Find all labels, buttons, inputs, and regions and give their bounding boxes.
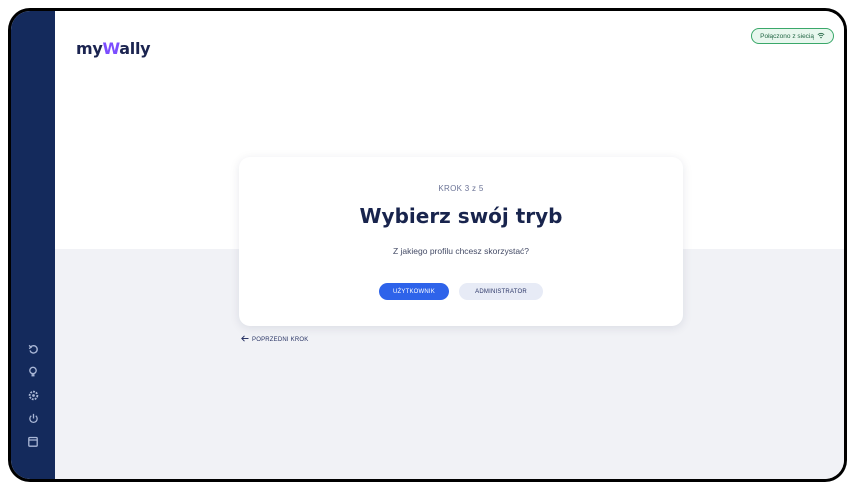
app-logo: myWally: [76, 39, 151, 58]
arrow-left-icon: [241, 335, 249, 344]
network-status-badge: Połączono z siecią: [751, 28, 834, 44]
calendar-icon[interactable]: [26, 433, 40, 449]
screen: myWally Połączono z siecią KROK 3 z 5 Wy…: [11, 11, 844, 479]
main-area: myWally Połączono z siecią KROK 3 z 5 Wy…: [55, 11, 844, 479]
device-frame: myWally Połączono z siecią KROK 3 z 5 Wy…: [8, 8, 847, 482]
admin-mode-button[interactable]: ADMINISTRATOR: [459, 283, 543, 300]
previous-step-label: POPRZEDNI KROK: [252, 336, 309, 343]
bulb-icon[interactable]: [26, 364, 40, 380]
settings-icon[interactable]: [26, 387, 40, 403]
previous-step-link[interactable]: POPRZEDNI KROK: [241, 335, 308, 344]
sidebar: [11, 11, 55, 479]
network-status-label: Połączono z siecią: [760, 32, 814, 40]
step-indicator: KROK 3 z 5: [438, 184, 484, 193]
logo-suffix: ally: [119, 39, 151, 58]
power-icon[interactable]: [26, 410, 40, 426]
mode-selection-card: KROK 3 z 5 Wybierz swój tryb Z jakiego p…: [239, 157, 683, 326]
wifi-icon: [817, 32, 825, 41]
refresh-icon[interactable]: [26, 341, 40, 357]
logo-prefix: my: [76, 39, 103, 58]
card-subtitle: Z jakiego profilu chcesz skorzystać?: [392, 246, 530, 256]
logo-accent: W: [102, 39, 120, 58]
sidebar-icons: [11, 341, 55, 449]
user-mode-button[interactable]: UŻYTKOWNIK: [379, 283, 449, 300]
card-title: Wybierz swój tryb: [359, 204, 563, 228]
mode-options: UŻYTKOWNIK ADMINISTRATOR: [239, 283, 683, 300]
